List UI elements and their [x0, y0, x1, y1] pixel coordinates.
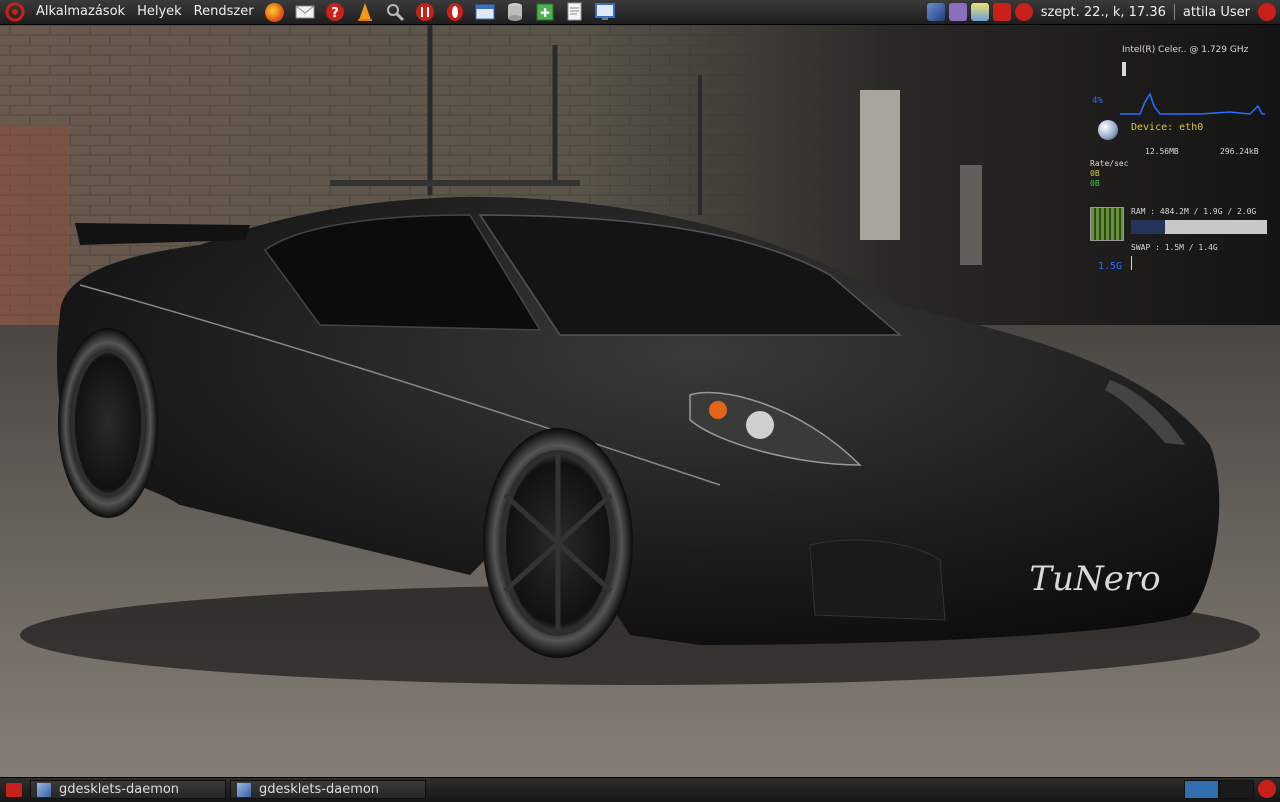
desktop-wallpaper: TuNero — [0, 25, 1280, 777]
workspace-2[interactable] — [1219, 780, 1254, 799]
workspace-1[interactable] — [1184, 780, 1219, 799]
package-manager-icon[interactable]: ✚ — [533, 0, 557, 24]
cpu-meter-bar — [1122, 62, 1126, 76]
monitor-applet-icon[interactable] — [992, 3, 1011, 21]
taskbar-item[interactable]: gdesklets-daemon — [30, 780, 226, 799]
remote-desktop-icon[interactable] — [593, 0, 617, 24]
rate-down: 0B — [1090, 169, 1100, 178]
text-editor-icon[interactable] — [563, 0, 587, 24]
workspace-switcher — [1184, 780, 1254, 799]
power-icon[interactable] — [1014, 3, 1033, 21]
cpu-label: Intel(R) Celer.. @ 1.729 GHz — [1122, 45, 1249, 55]
shutdown-icon[interactable] — [1258, 3, 1276, 21]
wallpaper-image: TuNero — [0, 25, 1280, 777]
cpu-percent: 4% — [1092, 96, 1103, 106]
swap-label: SWAP : 1.5M / 1.4G — [1131, 243, 1218, 252]
network-globe-icon — [1098, 120, 1118, 140]
download-total: 12.56MB — [1145, 147, 1179, 156]
show-desktop-icon[interactable] — [4, 778, 24, 802]
upload-total: 296.24kB — [1220, 147, 1259, 156]
gdesklets-icon — [37, 782, 51, 797]
rate-up: 0B — [1090, 179, 1100, 188]
cpu-graph — [1120, 92, 1265, 115]
network-manager-icon[interactable] — [926, 3, 945, 21]
distro-logo-icon[interactable] — [3, 0, 27, 24]
svg-text:✚: ✚ — [540, 6, 550, 20]
media-player-icon[interactable] — [413, 0, 437, 24]
ram-label: RAM : 484.2M / 1.9G / 2.0G — [1131, 207, 1257, 216]
firefox-icon[interactable] — [263, 0, 287, 24]
system-menu[interactable]: Rendszer — [188, 0, 260, 24]
display-applet-icon[interactable] — [970, 3, 989, 21]
search-tool-icon[interactable] — [383, 0, 407, 24]
top-panel: Alkalmazások Helyek Rendszer ? ✚ szept. … — [0, 0, 1280, 25]
drive-icon[interactable] — [503, 0, 527, 24]
disk-value: 1.5G — [1098, 261, 1123, 272]
vlc-icon[interactable] — [353, 0, 377, 24]
gdesklets-icon — [237, 782, 251, 797]
rate-label: Rate/sec — [1090, 159, 1129, 168]
notification-area: szept. 22., k, 17.36 attila User — [925, 0, 1280, 24]
places-menu[interactable]: Helyek — [131, 0, 188, 24]
memory-chip-icon — [1090, 207, 1124, 241]
opera-icon[interactable] — [443, 0, 467, 24]
panel-separator — [1173, 4, 1175, 20]
ram-bar — [1131, 220, 1267, 234]
car-badge-text: TuNero — [1029, 559, 1160, 599]
window-manager-icon[interactable] — [473, 0, 497, 24]
help-icon[interactable]: ? — [323, 0, 347, 24]
mail-icon[interactable] — [293, 0, 317, 24]
network-device: Device: eth0 — [1131, 122, 1204, 133]
taskbar-item-label: gdesklets-daemon — [259, 782, 380, 797]
user-switcher[interactable]: attila User — [1177, 5, 1256, 20]
settings-gear-icon[interactable] — [948, 3, 967, 21]
trash-icon[interactable] — [1258, 780, 1276, 798]
applications-menu[interactable]: Alkalmazások — [30, 0, 131, 24]
swap-meter-bar — [1131, 256, 1132, 270]
svg-text:?: ? — [331, 6, 339, 21]
taskbar-item-label: gdesklets-daemon — [59, 782, 180, 797]
clock[interactable]: szept. 22., k, 17.36 — [1035, 5, 1172, 20]
bottom-panel: gdesklets-daemon gdesklets-daemon — [0, 777, 1280, 801]
ram-bar-fill — [1131, 220, 1165, 234]
taskbar-item[interactable]: gdesklets-daemon — [230, 780, 426, 799]
